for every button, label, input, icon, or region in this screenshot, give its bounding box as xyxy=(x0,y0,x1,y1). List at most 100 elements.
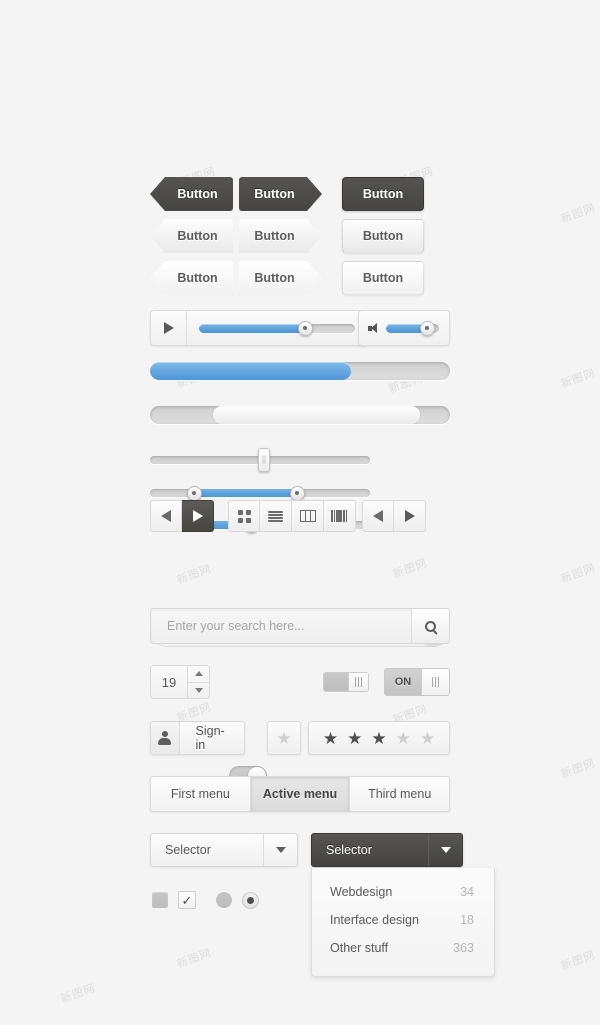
grip-lines-icon xyxy=(354,677,363,687)
progress-fill-white xyxy=(213,406,420,424)
caret-down-icon xyxy=(194,687,203,693)
button-light-right[interactable]: Button xyxy=(239,219,322,253)
number-spinner[interactable]: 19 xyxy=(150,665,210,699)
progress-bar-white xyxy=(150,406,450,424)
selector-dark-arrow-button[interactable] xyxy=(428,834,462,866)
range-fill xyxy=(194,489,298,497)
button-dark-left[interactable]: Button xyxy=(150,177,233,211)
star-icon[interactable]: ★ xyxy=(420,730,435,747)
button-row-light-alt: Button Button Button xyxy=(150,261,424,295)
star-icon[interactable]: ★ xyxy=(276,730,291,747)
spinner-arrows xyxy=(188,665,210,699)
watermark: 新图网 xyxy=(559,201,598,226)
dropdown-item[interactable]: Other stuff 363 xyxy=(312,934,494,962)
spinner-down-button[interactable] xyxy=(188,683,209,699)
search-box[interactable]: Enter your search here... xyxy=(150,608,450,644)
person-icon xyxy=(158,731,172,745)
watermark: 新图网 xyxy=(391,556,430,581)
button-label: Button xyxy=(177,229,218,243)
button-label: Button xyxy=(177,271,218,285)
selector-dark-label: Selector xyxy=(326,843,372,857)
media-player xyxy=(150,310,368,346)
toggle-on-handle[interactable] xyxy=(421,669,449,695)
column-view-icon xyxy=(299,510,316,522)
button-light-left[interactable]: Button xyxy=(150,219,233,253)
search-box-placeholder: Enter your search here... xyxy=(167,619,305,633)
star-icon[interactable]: ★ xyxy=(396,730,411,747)
range-handle-low[interactable] xyxy=(186,485,202,501)
range-handle-high[interactable] xyxy=(289,485,305,501)
progress-fill-blue xyxy=(150,362,351,380)
radio-unchecked[interactable] xyxy=(216,892,232,908)
spinner-up-button[interactable] xyxy=(188,666,209,683)
volume-handle[interactable] xyxy=(419,320,435,336)
speaker-icon[interactable] xyxy=(368,322,379,334)
seek-fill xyxy=(199,323,306,333)
watermark: 新图网 xyxy=(559,756,598,781)
button-alt-left[interactable]: Button xyxy=(150,261,233,295)
triangle-left-icon xyxy=(373,510,383,522)
watermark: 新图网 xyxy=(175,946,214,971)
slider-grip[interactable] xyxy=(150,448,370,472)
star-single-box[interactable]: ★ xyxy=(267,721,301,755)
button-label: Button xyxy=(362,187,404,201)
checkbox-unchecked[interactable] xyxy=(152,892,168,908)
tab-2[interactable]: Third menu xyxy=(350,777,449,811)
button-row-dark: Button Button Button xyxy=(150,177,424,211)
toggle-handle[interactable] xyxy=(348,673,368,691)
grid-view-icon xyxy=(237,509,251,523)
slider-grip-handle[interactable] xyxy=(258,448,271,472)
seek-handle[interactable] xyxy=(297,320,313,336)
watermark: 新图网 xyxy=(175,562,214,587)
magnifier-icon xyxy=(425,620,436,632)
toolbar-prev-button[interactable] xyxy=(150,500,182,532)
button-label: Button xyxy=(177,187,218,201)
button-light-rect[interactable]: Button xyxy=(342,219,424,253)
slider-range[interactable] xyxy=(150,485,370,501)
volume-slider[interactable] xyxy=(386,320,439,336)
button-dark-rect[interactable]: Button xyxy=(342,177,424,211)
pager-next-button[interactable] xyxy=(394,500,426,532)
selector-light-arrow-button[interactable] xyxy=(263,834,297,866)
toolbar-play-button[interactable] xyxy=(182,500,214,532)
pager-prev-button[interactable] xyxy=(362,500,394,532)
triangle-left-icon xyxy=(161,510,171,522)
button-label: Button xyxy=(254,187,295,201)
chevron-down-icon xyxy=(275,847,286,853)
progress-bar-blue xyxy=(150,362,450,380)
button-label: Button xyxy=(254,229,295,243)
view-column-button[interactable] xyxy=(292,500,324,532)
dropdown-item[interactable]: Interface design 18 xyxy=(312,906,494,934)
signin-button[interactable]: Sign-in xyxy=(150,721,245,755)
radio-checked[interactable] xyxy=(242,891,259,909)
tab-0[interactable]: First menu xyxy=(151,777,251,811)
dropdown-item[interactable]: Webdesign 34 xyxy=(312,878,494,906)
grip-lines-icon xyxy=(431,677,440,687)
triangle-right-icon xyxy=(192,510,203,522)
tab-1[interactable]: Active menu xyxy=(250,777,351,811)
star-icon[interactable]: ★ xyxy=(347,730,362,747)
star-rating[interactable]: ★ ★ ★ ★ ★ xyxy=(308,721,450,755)
view-bars-button[interactable] xyxy=(324,500,356,532)
watermark: 新图网 xyxy=(59,981,98,1006)
dropdown-item-label: Webdesign xyxy=(330,885,393,899)
view-list-button[interactable] xyxy=(260,500,292,532)
check-mark-icon: ✓ xyxy=(181,892,193,908)
star-icon[interactable]: ★ xyxy=(371,730,386,747)
toggle-on-switch[interactable]: ON xyxy=(384,668,450,696)
button-dark-right[interactable]: Button xyxy=(239,177,322,211)
toggle-on-label: ON xyxy=(385,669,421,695)
seek-slider[interactable] xyxy=(199,320,355,336)
toggle-rect[interactable] xyxy=(323,672,369,692)
play-button[interactable] xyxy=(151,311,187,345)
view-grid-button[interactable] xyxy=(228,500,260,532)
button-alt-rect[interactable]: Button xyxy=(342,261,424,295)
list-view-icon xyxy=(268,510,283,522)
checkbox-checked[interactable]: ✓ xyxy=(178,891,196,909)
selector-light[interactable]: Selector xyxy=(150,833,298,867)
button-alt-right[interactable]: Button xyxy=(239,261,322,295)
search-box-submit-button[interactable] xyxy=(411,609,449,643)
star-icon[interactable]: ★ xyxy=(323,730,338,747)
signin-label: Sign-in xyxy=(195,724,225,752)
selector-dark[interactable]: Selector xyxy=(311,833,463,867)
